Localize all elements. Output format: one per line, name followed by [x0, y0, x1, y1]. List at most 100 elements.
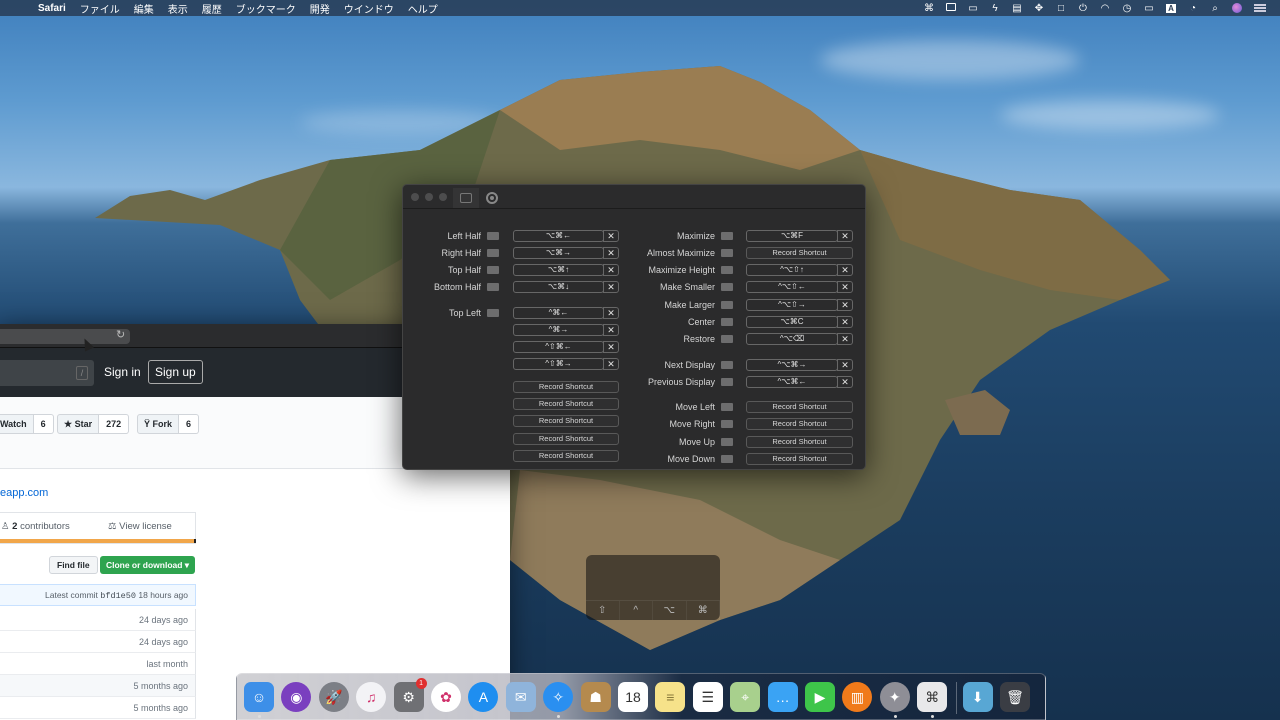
menu-view[interactable]: 表示 [168, 1, 188, 16]
close-window-button[interactable] [411, 193, 419, 201]
time-machine-icon[interactable]: ◷ [1122, 3, 1132, 14]
siri-icon[interactable] [1232, 3, 1242, 13]
contributors-link[interactable]: ♙ 2 contributors [1, 521, 70, 532]
record-shortcut-button[interactable]: Record Shortcut [746, 436, 853, 448]
power-icon[interactable]: ⏻ [1078, 3, 1088, 14]
notification-center-icon[interactable] [1254, 4, 1266, 12]
shortcut-field-maximize[interactable]: ⌥⌘F [746, 230, 838, 242]
clear-shortcut-button[interactable]: ✕ [837, 264, 853, 276]
dock-contacts-icon[interactable]: ☗ [580, 682, 611, 712]
clear-shortcut-button[interactable]: ✕ [837, 316, 853, 328]
star-button[interactable]: ★ Star 272 [57, 414, 130, 434]
record-shortcut-button[interactable]: Record Shortcut [513, 433, 619, 445]
find-file-button[interactable]: Find file [49, 556, 98, 574]
clear-shortcut-button[interactable]: ✕ [603, 358, 619, 370]
file-row[interactable]: last month [0, 653, 196, 675]
dock-keycastr-icon[interactable]: ⌘ [917, 682, 948, 712]
shortcut-field-top-half[interactable]: ⌥⌘↑ [513, 264, 604, 276]
minimize-window-button[interactable] [425, 193, 433, 201]
shortcut-field-left-half[interactable]: ⌥⌘← [513, 230, 604, 242]
menu-history[interactable]: 履歴 [202, 1, 222, 16]
clear-shortcut-button[interactable]: ✕ [837, 281, 853, 293]
record-shortcut-button[interactable]: Record Shortcut [513, 450, 619, 462]
file-row[interactable]: 5 months ago [0, 675, 196, 697]
file-row[interactable]: 24 days ago [0, 609, 196, 631]
command-icon[interactable]: ⌘ [924, 3, 934, 14]
shortcut-field-right-half[interactable]: ⌥⌘→ [513, 247, 604, 259]
shortcut-field-make-larger[interactable]: ^⌥⇧→ [746, 299, 838, 311]
record-shortcut-button[interactable]: Record Shortcut [513, 398, 619, 410]
fork-button[interactable]: Ÿ Fork 6 [137, 414, 200, 434]
dock-notes-icon[interactable]: ≡ [655, 682, 686, 712]
shortcut-field-next-display[interactable]: ^⌥⌘→ [746, 359, 838, 371]
dock-maps-icon[interactable]: ⌖ [730, 682, 761, 712]
clone-download-button[interactable]: Clone or download ▾ [100, 556, 195, 574]
keyboard-icon[interactable] [946, 2, 956, 14]
record-shortcut-button[interactable]: Record Shortcut [746, 453, 853, 465]
language-bar[interactable] [0, 539, 196, 543]
watch-button[interactable]: Watch 6 [0, 414, 54, 434]
record-shortcut-button[interactable]: Record Shortcut [513, 381, 619, 393]
window-icon[interactable]: □ [1056, 3, 1066, 14]
dock-messages-icon[interactable]: … [767, 682, 798, 712]
clear-shortcut-button[interactable]: ✕ [837, 299, 853, 311]
file-row[interactable]: 24 days ago [0, 631, 196, 653]
reload-icon[interactable]: ↻ [116, 328, 125, 341]
record-shortcut-button[interactable]: Record Shortcut [746, 418, 853, 430]
record-shortcut-button[interactable]: Record Shortcut [746, 401, 853, 413]
shortcut-field-restore[interactable]: ^⌥⌫ [746, 333, 838, 345]
tab-settings[interactable] [479, 188, 505, 208]
sign-up-button[interactable]: Sign up [148, 360, 203, 384]
bolt-icon[interactable]: ϟ [990, 3, 1000, 14]
clear-shortcut-button[interactable]: ✕ [603, 324, 619, 336]
clipboard-icon[interactable]: ▤ [1012, 3, 1022, 14]
record-shortcut-button[interactable]: Record Shortcut [746, 247, 853, 259]
homepage-link[interactable]: eapp.com [0, 487, 48, 499]
clear-shortcut-button[interactable]: ✕ [603, 341, 619, 353]
shortcut-field-bottom-half[interactable]: ⌥⌘↓ [513, 281, 604, 293]
dock-reminders-icon[interactable]: ☰ [692, 682, 723, 712]
dock-books-icon[interactable]: ▥ [842, 682, 873, 712]
shortcut-field-center[interactable]: ⌥⌘C [746, 316, 838, 328]
clear-shortcut-button[interactable]: ✕ [837, 230, 853, 242]
dock-calendar-icon[interactable]: 18 [618, 682, 648, 712]
menu-edit[interactable]: 編集 [134, 1, 154, 16]
dock-siri-icon[interactable]: ◉ [281, 682, 312, 712]
commit-hash-link[interactable]: bfd1e50 [100, 591, 136, 601]
menu-file[interactable]: ファイル [80, 1, 120, 16]
star-count[interactable]: 272 [99, 414, 130, 434]
clear-shortcut-button[interactable]: ✕ [837, 359, 853, 371]
dock-system-preferences-icon[interactable]: ⚙ 1 [393, 678, 427, 712]
zoom-window-button[interactable] [439, 193, 447, 201]
dock-launchpad-icon[interactable]: 🚀 [318, 682, 349, 712]
shortcut-field-make-smaller[interactable]: ^⌥⇧← [746, 281, 838, 293]
dock-trash-icon[interactable]: 🗑 [1000, 682, 1030, 712]
shortcut-field-top-right[interactable]: ^⌘→ [513, 324, 604, 336]
dock-app-store-icon[interactable]: A [468, 682, 499, 712]
shortcut-field-bottom-right[interactable]: ^⇧⌘→ [513, 358, 604, 370]
dock-itunes-icon[interactable]: ♫ [356, 682, 387, 712]
clear-shortcut-button[interactable]: ✕ [837, 333, 853, 345]
dock-preview-icon[interactable]: ✉ [505, 682, 536, 712]
shortcut-field-previous-display[interactable]: ^⌥⌘← [746, 376, 838, 388]
dock-photos-icon[interactable]: ✿ [431, 682, 461, 712]
watch-count[interactable]: 6 [33, 414, 54, 434]
dock-finder-icon[interactable]: ☺ [244, 682, 274, 712]
move-icon[interactable]: ✥ [1034, 3, 1044, 14]
clear-shortcut-button[interactable]: ✕ [837, 376, 853, 388]
clear-shortcut-button[interactable]: ✕ [603, 264, 619, 276]
address-bar[interactable] [0, 329, 130, 344]
wifi-icon[interactable]: ◠ [1100, 3, 1110, 14]
menu-bookmarks[interactable]: ブックマーク [236, 1, 296, 16]
license-link[interactable]: ⚖ View license [108, 521, 172, 532]
battery-icon[interactable]: ▭ [1144, 3, 1154, 14]
dock-safari-icon[interactable]: ✧ [543, 682, 574, 712]
clear-shortcut-button[interactable]: ✕ [603, 281, 619, 293]
clear-shortcut-button[interactable]: ✕ [603, 307, 619, 319]
shortcut-field-top-left[interactable]: ^⌘← [513, 307, 604, 319]
input-source-icon[interactable]: A [1166, 3, 1176, 13]
menu-window[interactable]: ウインドウ [344, 1, 394, 16]
shortcut-field-bottom-left[interactable]: ^⇧⌘← [513, 341, 604, 353]
tab-shortcuts[interactable] [453, 188, 479, 208]
menu-develop[interactable]: 開発 [310, 1, 330, 16]
